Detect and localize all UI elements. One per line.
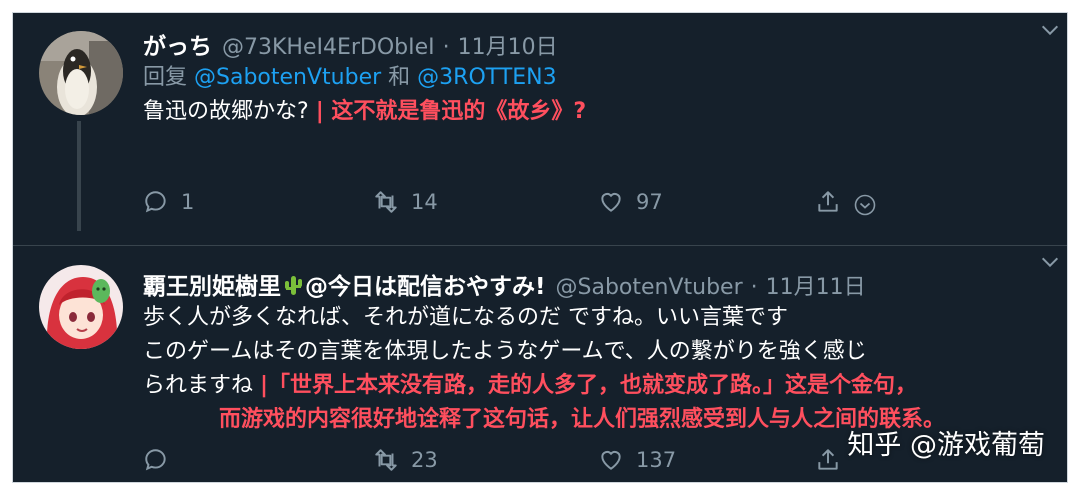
- user-handle[interactable]: @SabotenVtuber: [556, 275, 743, 300]
- share-button[interactable]: [815, 189, 853, 215]
- anime-girl-avatar-icon: [39, 265, 123, 349]
- like-count: 137: [636, 448, 677, 472]
- retweet-count: 23: [411, 448, 438, 472]
- tweet-body: 鲁迅の故郷かな?: [143, 99, 309, 124]
- tweet[interactable]: がっち @73KHeI4ErDObIeI · 11月10日 回复 @Sabote…: [13, 13, 1067, 245]
- tweet-text: 鲁迅の故郷かな? | 这不就是鲁迅的《故乡》?: [143, 95, 1037, 129]
- reply-and: 和: [388, 65, 411, 90]
- tweet-header: がっち @73KHeI4ErDObIeI · 11月10日: [143, 27, 1037, 61]
- dm-icon[interactable]: [853, 193, 877, 217]
- reply-count: 1: [181, 190, 195, 214]
- tweet-body-end: られますね: [143, 373, 254, 398]
- reply-prefix: 回复: [143, 65, 188, 90]
- tweet-text-line: このゲームはその言葉を体現したようなゲームで、人の繋がりを強く感じ: [143, 339, 867, 364]
- like-button[interactable]: 97: [598, 189, 663, 215]
- display-name[interactable]: 覇王別姫樹里 @今日は配信おやすみ!: [143, 267, 546, 301]
- display-name[interactable]: がっち: [143, 27, 212, 61]
- like-icon: [601, 192, 621, 212]
- display-name-part1: 覇王別姫樹里: [143, 274, 281, 300]
- reply-button[interactable]: [143, 447, 181, 473]
- retweet-icon: [375, 191, 397, 213]
- tweet-content: がっち @73KHeI4ErDObIeI · 11月10日 回复 @Sabote…: [143, 27, 1037, 216]
- mention-link[interactable]: @SabotenVtuber: [194, 65, 381, 90]
- translation-annotation: | 这不就是鲁迅的《故乡》?: [315, 99, 587, 124]
- display-name-part2: @今日は配信おやすみ!: [305, 274, 546, 300]
- tweet-header: 覇王別姫樹里 @今日は配信おやすみ! @SabotenVtuber · 11月11…: [143, 267, 1037, 301]
- tweet-text-line: られますね |「世界上本来没有路，走的人多了，也就变成了路。」这是个金句，: [143, 369, 1037, 403]
- chevron-down-icon[interactable]: [1039, 251, 1061, 273]
- timestamp[interactable]: 11月11日: [766, 269, 866, 301]
- share-icon: [818, 449, 838, 470]
- reply-button[interactable]: 1: [143, 189, 194, 215]
- mention-link[interactable]: @3ROTTEN3: [417, 65, 556, 90]
- avatar[interactable]: [39, 31, 123, 115]
- like-icon: [601, 450, 621, 470]
- user-handle[interactable]: @73KHeI4ErDObIeI: [222, 35, 435, 60]
- tweet-thread-screenshot: がっち @73KHeI4ErDObIeI · 11月10日 回复 @Sabote…: [12, 12, 1068, 483]
- retweet-count: 14: [411, 190, 438, 214]
- retweet-button[interactable]: 14: [373, 189, 438, 215]
- replying-to: 回复 @SabotenVtuber 和 @3ROTTEN3: [143, 61, 1037, 95]
- separator: ·: [750, 275, 758, 300]
- chevron-down-icon[interactable]: [1039, 19, 1061, 41]
- reply-icon: [145, 191, 166, 213]
- avatar[interactable]: [39, 265, 123, 349]
- like-button[interactable]: 137: [598, 447, 676, 473]
- like-count: 97: [636, 190, 663, 214]
- tweet-actions: 1 14 97: [143, 187, 1037, 217]
- translation-annotation: 而游戏的内容很好地诠释了这句话，让人们强烈感受到人与人之间的联系。: [219, 407, 946, 432]
- timestamp[interactable]: 11月10日: [458, 29, 558, 61]
- share-icon: [818, 191, 838, 212]
- penguin-avatar-icon: [39, 31, 123, 115]
- retweet-button[interactable]: 23: [373, 447, 438, 473]
- tweet-content: 覇王別姫樹里 @今日は配信おやすみ! @SabotenVtuber · 11月11…: [143, 267, 1037, 472]
- tweet-text-line: 歩く人が多くなれば、それが道になるのだ ですね。いい言葉です: [143, 305, 788, 330]
- retweet-icon: [375, 449, 397, 471]
- translation-annotation: |「世界上本来没有路，走的人多了，也就变成了路。」这是个金句，: [260, 373, 918, 398]
- separator: ·: [442, 35, 450, 60]
- zhihu-watermark: 知乎 @游戏葡萄: [847, 430, 1045, 461]
- reply-icon: [145, 449, 166, 471]
- cactus-icon: [285, 276, 302, 295]
- thread-connector: [77, 121, 81, 231]
